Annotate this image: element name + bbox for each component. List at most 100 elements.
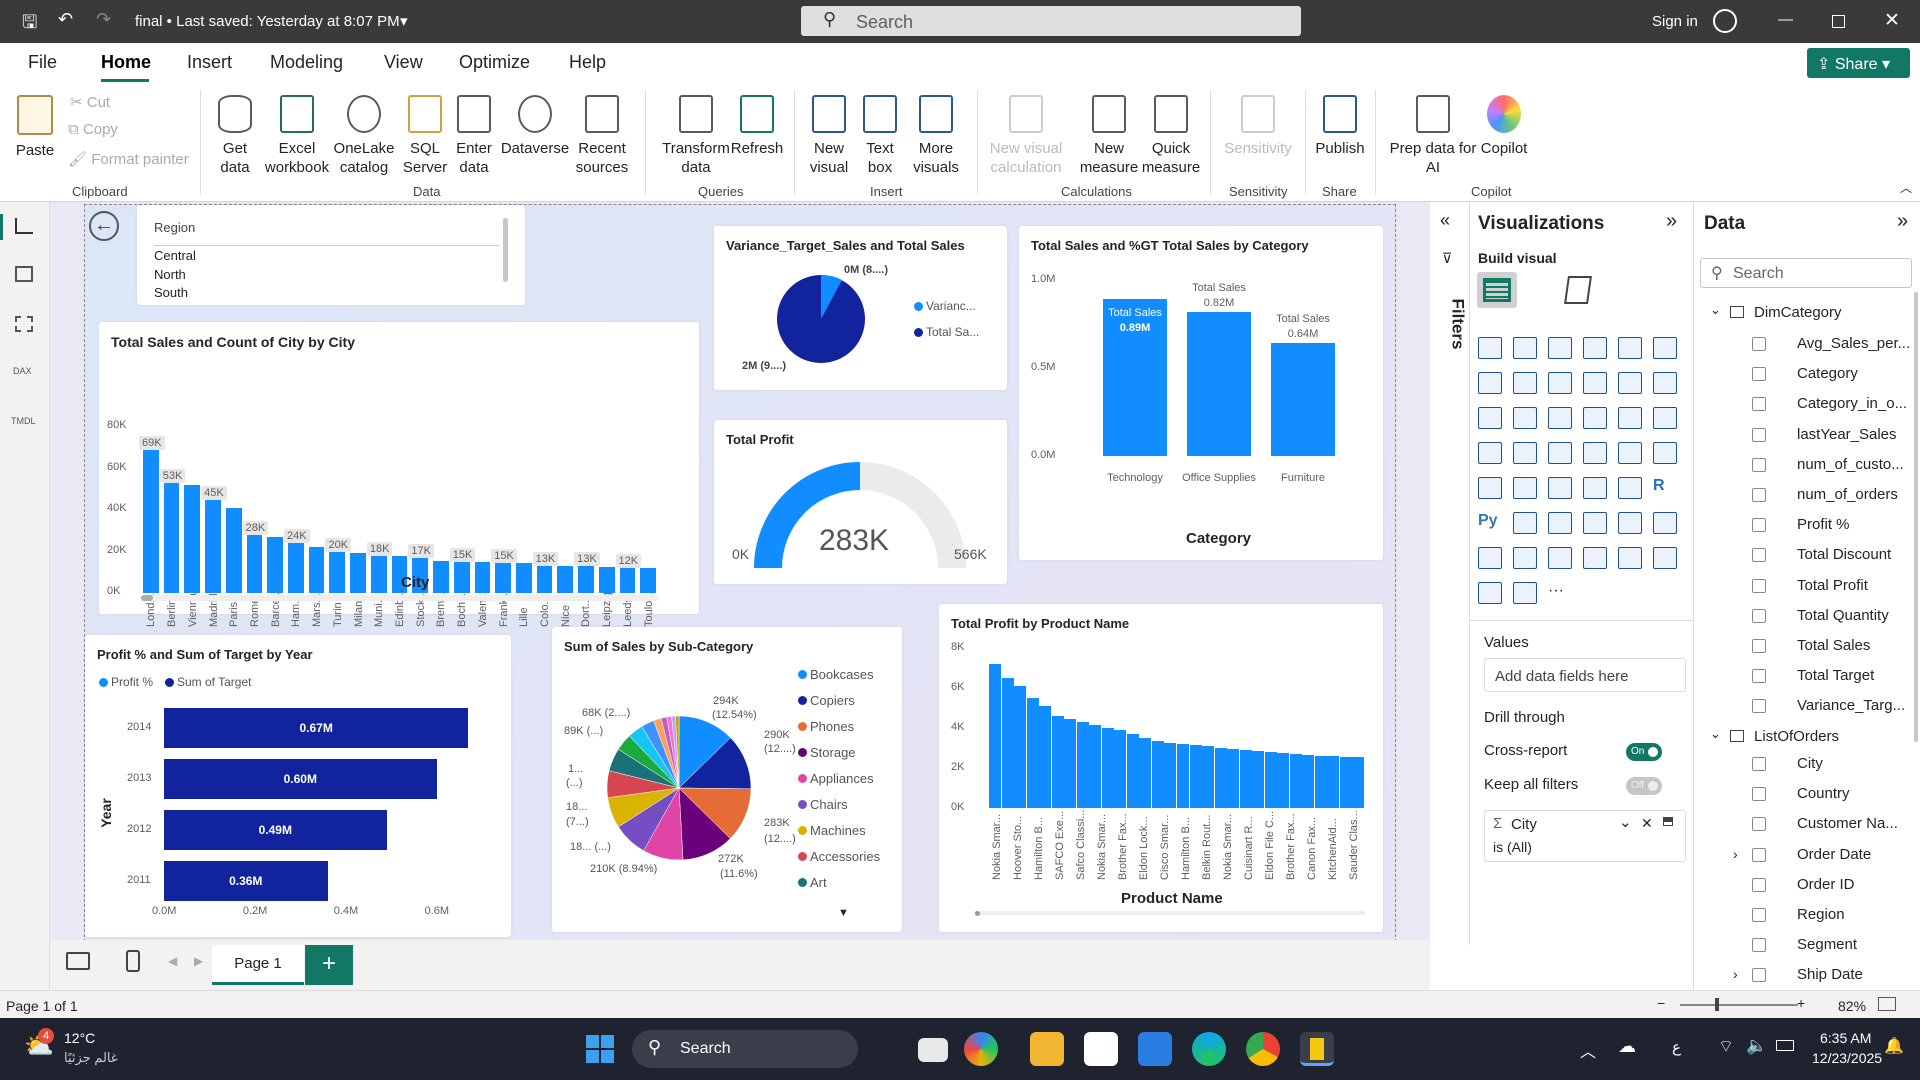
dax-query-icon[interactable]: DAX <box>13 366 32 376</box>
bar[interactable] <box>1227 749 1240 808</box>
chevron-down-icon[interactable]: ⌄ <box>1710 726 1721 742</box>
field-checkbox[interactable] <box>1752 908 1766 922</box>
prev-page-icon[interactable]: ◀ <box>168 954 177 968</box>
metrics-visual-icon[interactable] <box>1478 547 1502 569</box>
year-profit-chart[interactable]: Profit % and Sum of Target by Year Profi… <box>85 635 511 937</box>
field-item[interactable]: Total Quantity <box>1797 607 1889 624</box>
field-checkbox[interactable] <box>1752 427 1766 442</box>
sensitivity-button[interactable]: Sensitivity <box>1220 95 1296 158</box>
clock-date[interactable]: 12/23/2025 <box>1812 1050 1882 1066</box>
bar[interactable] <box>1051 716 1064 808</box>
category-sales-chart[interactable]: Total Sales and %GT Total Sales by Categ… <box>1019 226 1383 560</box>
notifications-icon[interactable]: 🔔 <box>1884 1036 1904 1056</box>
bar-Colo...[interactable] <box>536 566 553 593</box>
chevron-down-icon[interactable]: ⌄ <box>1619 813 1632 831</box>
shape-map-visual-icon[interactable] <box>1618 547 1642 569</box>
wifi-icon[interactable]: ⌔ <box>1718 1036 1734 1057</box>
field-checkbox[interactable] <box>1752 608 1766 623</box>
total-profit-gauge[interactable]: Total Profit 283K 0K 566K <box>714 420 1007 584</box>
bar[interactable] <box>1302 755 1315 808</box>
bar[interactable] <box>1264 752 1277 808</box>
azure-map-visual-icon[interactable] <box>1583 442 1607 464</box>
horizontal-scrollbar[interactable] <box>141 595 659 601</box>
speaker-icon[interactable]: 🔈 <box>1746 1036 1767 1056</box>
start-icon[interactable] <box>586 1035 614 1063</box>
field-checkbox[interactable] <box>1752 938 1766 953</box>
desktop-layout-icon[interactable] <box>66 952 90 970</box>
line-column-visual-icon[interactable] <box>1618 372 1642 394</box>
field-checkbox[interactable] <box>1752 518 1766 533</box>
bar[interactable] <box>989 664 1002 808</box>
legend-item[interactable]: Phones <box>798 719 854 734</box>
bar-Madrid[interactable] <box>205 499 221 593</box>
folder-icon[interactable] <box>1030 1032 1064 1066</box>
100-bar-visual-icon[interactable] <box>1618 337 1642 359</box>
bar[interactable] <box>1352 757 1365 808</box>
field-checkbox[interactable] <box>1752 817 1766 832</box>
map-visual-icon[interactable] <box>1513 442 1537 464</box>
clock-time[interactable]: 6:35 AM <box>1820 1030 1871 1046</box>
fit-page-icon[interactable] <box>1878 997 1896 1011</box>
chevron-up-icon[interactable]: ︿ <box>1580 1038 1596 1062</box>
remove-filter-icon[interactable]: ✕ <box>1641 815 1653 832</box>
field-checkbox[interactable] <box>1752 757 1766 771</box>
field-item[interactable]: Total Profit <box>1797 577 1868 594</box>
file-explorer-icon[interactable] <box>918 1038 948 1062</box>
field-item[interactable]: Order Date <box>1797 846 1871 863</box>
tab-optimize[interactable]: Optimize <box>459 52 530 73</box>
kpi-visual-icon[interactable] <box>1513 477 1537 499</box>
recent-sources-button[interactable]: Recent sources <box>570 95 634 177</box>
legend-scroll-down-icon[interactable]: ▼ <box>838 907 849 919</box>
refresh-button[interactable]: Refresh <box>730 95 784 158</box>
new-visual-button[interactable]: New visual <box>804 95 854 177</box>
tab-view[interactable]: View <box>384 52 423 73</box>
legend-item[interactable]: Appliances <box>798 771 874 786</box>
values-well[interactable]: Add data fields here <box>1484 658 1686 692</box>
back-arrow-icon[interactable]: ← <box>89 211 119 241</box>
expand-icon[interactable]: « <box>1440 210 1450 231</box>
maximize-icon[interactable] <box>1832 15 1845 28</box>
sql-server-button[interactable]: SQL Server <box>400 95 450 177</box>
field-checkbox[interactable] <box>1752 488 1766 502</box>
legend-item[interactable]: Accessories <box>798 849 880 864</box>
field-item[interactable]: City <box>1797 755 1823 772</box>
variance-pie-chart[interactable]: Variance_Target_Sales and Total Sales 0M… <box>714 226 1007 390</box>
ribbon-visual-icon[interactable] <box>1478 407 1502 429</box>
field-checkbox[interactable] <box>1752 367 1766 382</box>
cut-button[interactable]: ✂ Cut <box>70 93 110 111</box>
paste-button[interactable]: Paste <box>14 95 56 160</box>
excel-button[interactable]: Excel workbook <box>262 95 332 177</box>
legend-item[interactable]: Varianc... <box>926 299 976 313</box>
field-item[interactable]: Total Discount <box>1797 546 1891 563</box>
field-item[interactable]: num_of_orders <box>1797 486 1898 503</box>
bar[interactable] <box>1064 719 1077 808</box>
legend-item[interactable]: Art <box>798 875 827 890</box>
mobile-layout-icon[interactable] <box>126 950 140 972</box>
redo-icon[interactable]: ↷ <box>96 9 111 30</box>
field-checkbox[interactable] <box>1752 397 1766 412</box>
text-box-button[interactable]: Text box <box>856 95 904 177</box>
field-checkbox[interactable] <box>1752 787 1766 802</box>
bar-Valen...[interactable] <box>474 561 491 593</box>
bar-Paris[interactable] <box>225 507 242 593</box>
publish-button[interactable]: Publish <box>1312 95 1368 158</box>
decomposition-tree-visual-icon[interactable] <box>1548 512 1572 534</box>
bar-Dort...[interactable] <box>578 566 594 593</box>
slicer-visual-icon[interactable] <box>1548 477 1572 499</box>
slicer-item-central[interactable]: Central <box>154 248 196 263</box>
bar-Muni...[interactable] <box>370 555 387 593</box>
r-visual-visual-icon[interactable]: R <box>1653 477 1677 499</box>
field-checkbox[interactable] <box>1752 639 1766 653</box>
undo-icon[interactable]: ↶ <box>58 9 73 30</box>
field-checkbox[interactable] <box>1752 847 1766 862</box>
new-measure-button[interactable]: New measure <box>1078 95 1140 177</box>
field-item[interactable]: Variance_Targ... <box>1797 697 1905 714</box>
field-checkbox[interactable] <box>1752 457 1766 472</box>
chevron-down-icon[interactable]: ⌄ <box>1710 302 1721 318</box>
tmdl-view-icon[interactable]: TMDL <box>11 416 36 426</box>
model-view-icon[interactable] <box>15 316 33 332</box>
page-tab[interactable]: Page 1 <box>212 945 304 985</box>
copilot-button[interactable]: Copilot <box>1476 95 1532 158</box>
keep-filters-toggle[interactable]: Off <box>1626 777 1662 795</box>
pie-visual-icon[interactable] <box>1618 407 1642 429</box>
